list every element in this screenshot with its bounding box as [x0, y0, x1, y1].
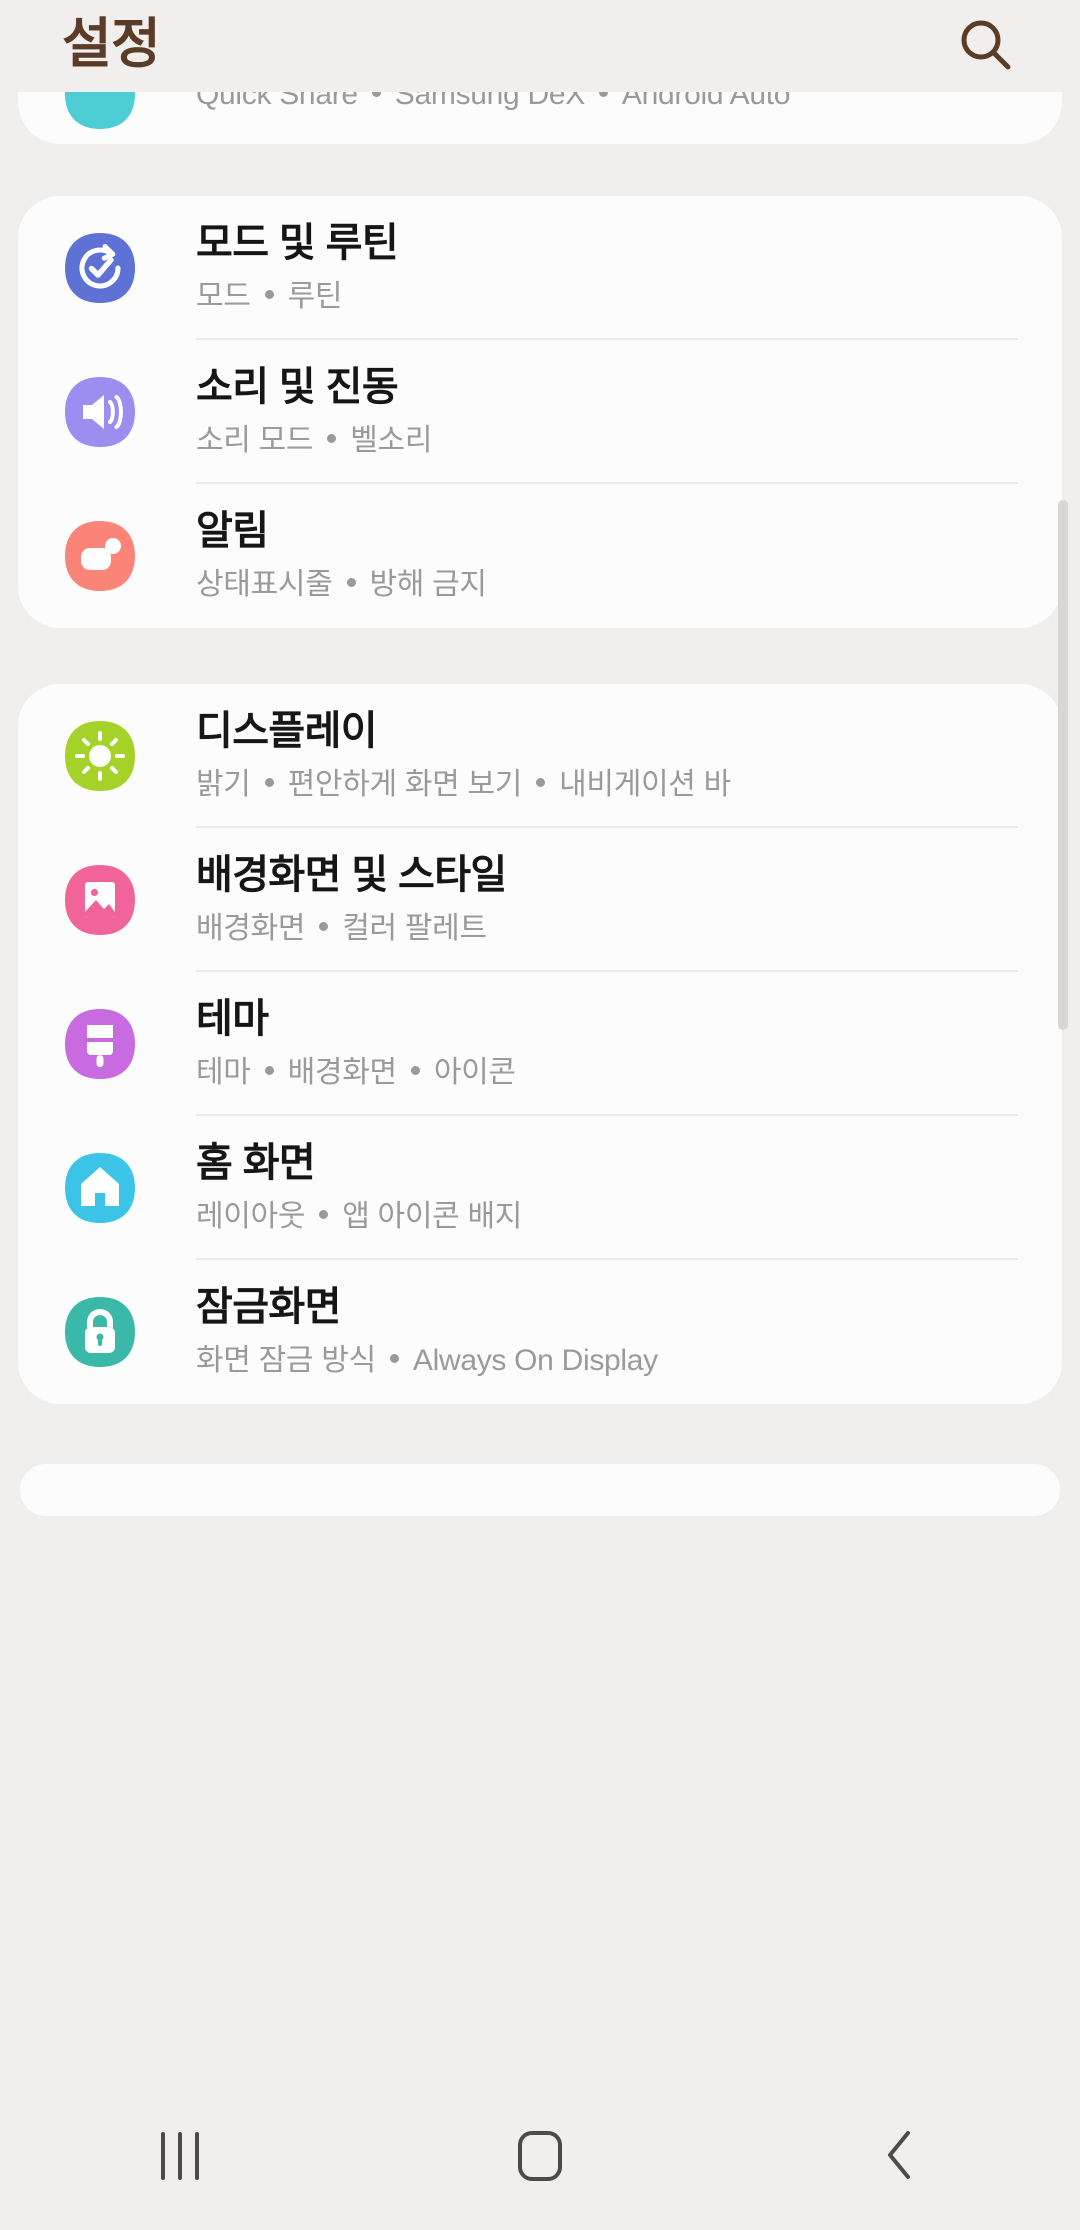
list-item-subtitle: 상태표시줄 방해 금지	[196, 567, 487, 601]
list-item-subtitle: 테마 배경화면 아이콘	[196, 1055, 516, 1089]
modes-routines-icon	[62, 230, 138, 306]
list-item-title: 배경화면 및 스타일	[196, 853, 507, 898]
list-item-title: 알림	[196, 509, 269, 554]
settings-card-connections: Quick Share Samsung DeX Android Auto	[18, 92, 1062, 144]
list-item-title: 테마	[196, 997, 269, 1042]
list-item-sound-vibration[interactable]: 소리 및 진동 소리 모드 벨소리	[18, 340, 1062, 484]
settings-card-modes-sound-notifications: 모드 및 루틴 모드 루틴 소리 및 진동 소리 모드 벨소리 알림 상태표시줄…	[18, 196, 1062, 628]
list-item-title: 소리 및 진동	[196, 365, 399, 410]
search-button[interactable]	[938, 0, 1034, 94]
page-title: 설정	[62, 14, 161, 74]
list-item-title: 디스플레이	[196, 709, 378, 754]
list-item-subtitle: 레이아웃 앱 아이콘 배지	[196, 1199, 523, 1233]
scrollbar-thumb[interactable]	[1058, 500, 1068, 1030]
lock-screen-icon	[62, 1294, 138, 1370]
list-item-title: 모드 및 루틴	[196, 221, 399, 266]
list-item-themes[interactable]: 테마 테마 배경화면 아이콘	[18, 972, 1062, 1116]
settings-card-next-partial	[20, 1464, 1060, 1516]
search-icon	[954, 13, 1018, 80]
system-navigation-bar	[0, 2082, 1080, 2230]
list-item-display[interactable]: 디스플레이 밝기 편안하게 화면 보기 내비게이션 바	[18, 684, 1062, 828]
back-button[interactable]	[810, 2082, 990, 2230]
list-item-subtitle: 모드 루틴	[196, 279, 343, 313]
wallpaper-style-icon	[62, 862, 138, 938]
list-item-lock-screen[interactable]: 잠금화면 화면 잠금 방식 Always On Display	[18, 1260, 1062, 1404]
back-icon	[880, 2127, 920, 2186]
display-brightness-icon	[62, 718, 138, 794]
list-item-notifications[interactable]: 알림 상태표시줄 방해 금지	[18, 484, 1062, 628]
home-icon	[518, 2131, 562, 2181]
scrollbar-track[interactable]	[1058, 92, 1068, 1992]
list-item-wallpaper-style[interactable]: 배경화면 및 스타일 배경화면 컬러 팔레트	[18, 828, 1062, 972]
quick-share-icon	[62, 92, 138, 132]
list-item-modes-routines[interactable]: 모드 및 루틴 모드 루틴	[18, 196, 1062, 340]
list-item-home-screen[interactable]: 홈 화면 레이아웃 앱 아이콘 배지	[18, 1116, 1062, 1260]
settings-card-display-personalization: 디스플레이 밝기 편안하게 화면 보기 내비게이션 바 배경화면 및 스타일 배…	[18, 684, 1062, 1404]
home-screen-icon	[62, 1150, 138, 1226]
recents-button[interactable]	[90, 2082, 270, 2230]
settings-scroll-container[interactable]: Quick Share Samsung DeX Android Auto 모드 및 …	[0, 92, 1080, 1992]
list-item-subtitle: 밝기 편안하게 화면 보기 내비게이션 바	[196, 767, 731, 801]
sound-vibration-icon	[62, 374, 138, 450]
app-header: 설정	[0, 0, 1080, 92]
notifications-icon	[62, 518, 138, 594]
list-item-title: 홈 화면	[196, 1141, 316, 1186]
recents-icon	[161, 2132, 199, 2180]
themes-paintbrush-icon	[62, 1006, 138, 1082]
home-button[interactable]	[450, 2082, 630, 2230]
list-item-quick-share[interactable]: Quick Share Samsung DeX Android Auto	[18, 92, 1062, 144]
list-item-subtitle: Quick Share Samsung DeX Android Auto	[196, 92, 1022, 114]
list-item-subtitle: 배경화면 컬러 팔레트	[196, 911, 487, 945]
list-item-subtitle: 소리 모드 벨소리	[196, 423, 433, 457]
list-item-title: 잠금화면	[196, 1285, 341, 1330]
list-item-subtitle: 화면 잠금 방식 Always On Display	[196, 1343, 658, 1377]
